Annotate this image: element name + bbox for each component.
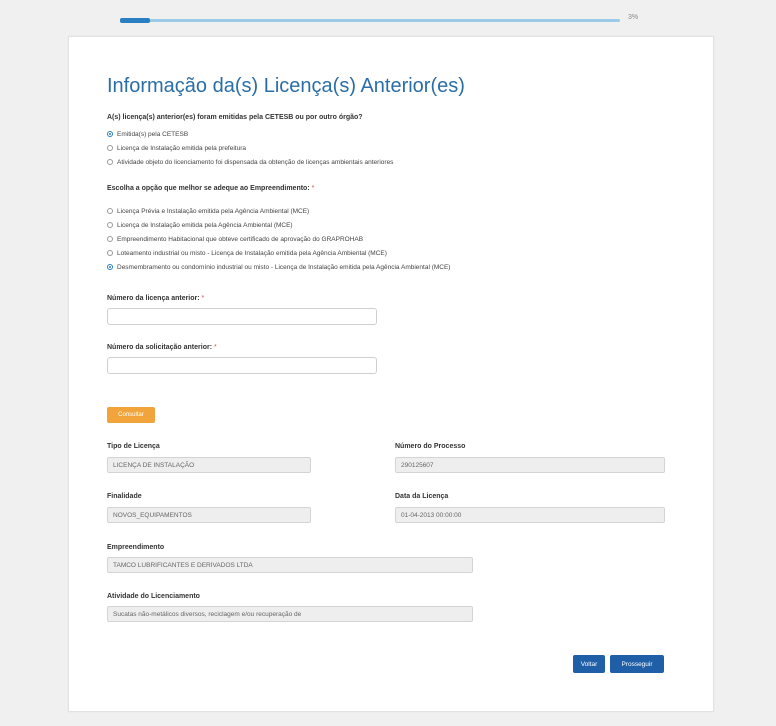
radio-label: Emitida(s) pela CETESB xyxy=(117,130,189,138)
required-mark: * xyxy=(201,295,205,302)
radio-label: Licença de Instalação emitida pela Agênc… xyxy=(117,221,293,229)
radio-checked-icon xyxy=(107,264,113,270)
page-title: Informação da(s) Licença(s) Anterior(es) xyxy=(107,75,465,97)
radio-unchecked-icon xyxy=(107,236,113,242)
solicitacao-anterior-input[interactable] xyxy=(107,357,377,374)
radio-label: Atividade objeto do licenciamento foi di… xyxy=(117,158,394,166)
progress-bar: 3% xyxy=(120,14,660,28)
atividade-label: Atividade do Licenciamento xyxy=(107,593,200,600)
radio-label: Loteamento industrial ou misto - Licença… xyxy=(117,249,387,257)
finalidade-label: Finalidade xyxy=(107,493,142,500)
progress-track xyxy=(120,19,620,22)
solicitacao-anterior-label: Número da solicitação anterior: * xyxy=(107,344,217,351)
radio-label: Licença Prévia e Instalação emitida pela… xyxy=(117,207,310,215)
question-text: Escolha a opção que melhor se adeque ao … xyxy=(107,185,310,192)
radio-unchecked-icon xyxy=(107,145,113,151)
radio-emitida-cetesb[interactable]: Emitida(s) pela CETESB xyxy=(107,129,188,139)
radio-unchecked-icon xyxy=(107,159,113,165)
radio-label: Licença de Instalação emitida pela prefe… xyxy=(117,144,246,152)
required-mark: * xyxy=(213,344,217,351)
empreendimento-field: TAMCO LUBRIFICANTES E DERIVADOS LTDA xyxy=(107,557,473,573)
question-empreendimento-label: Escolha a opção que melhor se adeque ao … xyxy=(107,185,314,192)
consultar-button[interactable]: Consultar xyxy=(107,407,155,423)
field-label-text: Número da licença anterior: xyxy=(107,295,200,302)
form-card: Informação da(s) Licença(s) Anterior(es)… xyxy=(68,36,714,712)
radio-label: Desmembramento ou condomínio industrial … xyxy=(117,263,451,271)
radio-lp-li-mce[interactable]: Licença Prévia e Instalação emitida pela… xyxy=(107,206,309,216)
atividade-field: Sucatas não-metálicos diversos, reciclag… xyxy=(107,606,473,622)
radio-desmembramento[interactable]: Desmembramento ou condomínio industrial … xyxy=(107,262,450,272)
question-cetesb-label: A(s) licença(s) anterior(es) foram emiti… xyxy=(107,114,363,121)
radio-unchecked-icon xyxy=(107,222,113,228)
tipo-licenca-field: LICENÇA DE INSTALAÇÃO xyxy=(107,457,311,473)
radio-li-prefeitura[interactable]: Licença de Instalação emitida pela prefe… xyxy=(107,143,246,153)
radio-unchecked-icon xyxy=(107,250,113,256)
required-mark: * xyxy=(311,185,315,192)
numero-processo-field: 290125607 xyxy=(395,457,665,473)
finalidade-field: NOVOS_EQUIPAMENTOS xyxy=(107,507,311,523)
radio-li-mce[interactable]: Licença de Instalação emitida pela Agênc… xyxy=(107,220,293,230)
radio-graprohab[interactable]: Empreendimento Habitacional que obteve c… xyxy=(107,234,363,244)
voltar-button[interactable]: Voltar xyxy=(573,655,605,673)
radio-atividade-dispensada[interactable]: Atividade objeto do licenciamento foi di… xyxy=(107,157,393,167)
progress-percent: 3% xyxy=(628,14,639,21)
radio-loteamento[interactable]: Loteamento industrial ou misto - Licença… xyxy=(107,248,387,258)
tipo-licenca-label: Tipo de Licença xyxy=(107,443,160,450)
licenca-anterior-input[interactable] xyxy=(107,308,377,325)
empreendimento-label: Empreendimento xyxy=(107,544,165,551)
radio-checked-icon xyxy=(107,131,113,137)
prosseguir-button[interactable]: Prosseguir xyxy=(610,655,664,673)
data-licenca-field: 01-04-2013 00:00:00 xyxy=(395,507,665,523)
progress-fill xyxy=(120,18,150,23)
data-licenca-label: Data da Licença xyxy=(395,493,449,500)
numero-processo-label: Número do Processo xyxy=(395,443,466,450)
radio-unchecked-icon xyxy=(107,208,113,214)
field-label-text: Número da solicitação anterior: xyxy=(107,344,213,351)
licenca-anterior-label: Número da licença anterior: * xyxy=(107,295,204,302)
radio-label: Empreendimento Habitacional que obteve c… xyxy=(117,235,364,243)
